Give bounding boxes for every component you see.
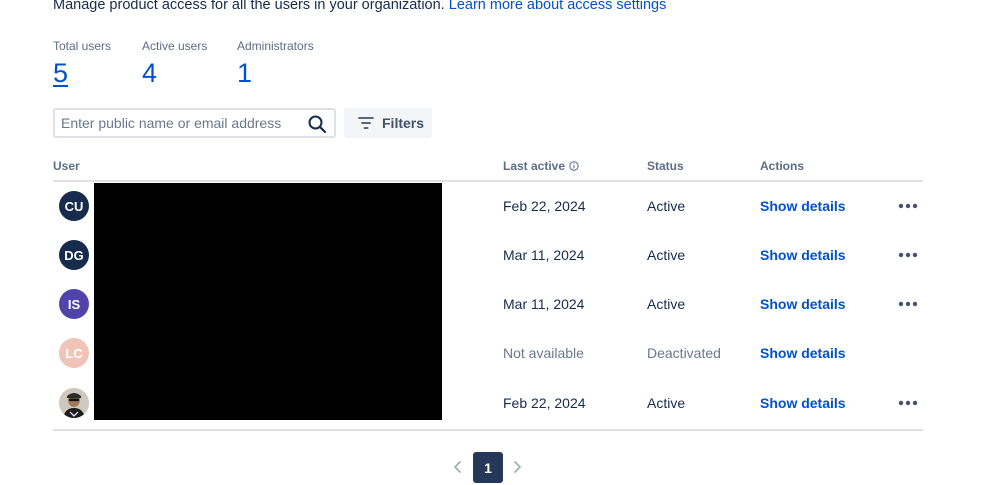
stat-active-users: Active users 4 (142, 39, 207, 87)
column-header-last-active: Last active (503, 159, 579, 173)
chevron-right-icon[interactable] (511, 459, 523, 475)
column-header-user: User (53, 159, 80, 173)
last-active-cell: Mar 11, 2024 (503, 296, 585, 312)
show-details-link[interactable]: Show details (760, 198, 846, 214)
column-header-status: Status (647, 159, 684, 173)
info-icon[interactable] (569, 161, 579, 171)
avatar: DG (59, 240, 89, 270)
search-box (53, 108, 336, 138)
administrators-value: 1 (237, 58, 253, 88)
status-cell: Active (647, 247, 686, 263)
status-cell: Deactivated (647, 345, 721, 361)
search-icon[interactable] (307, 114, 327, 134)
redacted-user-names (94, 183, 442, 420)
more-actions-icon[interactable] (898, 301, 918, 307)
status-cell: Active (647, 395, 686, 411)
filters-button[interactable]: Filters (344, 108, 432, 138)
chevron-left-icon[interactable] (452, 459, 464, 475)
stat-label: Active users (142, 39, 208, 53)
last-active-cell: Feb 22, 2024 (503, 198, 586, 214)
status-cell: Active (647, 198, 686, 214)
stat-label: Administrators (237, 39, 314, 53)
table-footer-divider (53, 429, 923, 431)
more-actions-icon[interactable] (898, 252, 918, 258)
access-settings-link[interactable]: Learn more about access settings (449, 0, 667, 13)
filters-label: Filters (382, 115, 425, 131)
column-header-label: Status (647, 159, 684, 173)
avatar: CU (59, 191, 89, 221)
stat-label: Total users (53, 39, 112, 53)
stat-total-users: Total users 5 (53, 39, 111, 87)
last-active-cell: Mar 11, 2024 (503, 247, 585, 263)
page-button-current[interactable]: 1 (473, 452, 503, 483)
column-header-label: User (53, 159, 80, 173)
total-users-link[interactable]: 5 (53, 59, 111, 87)
photo-avatar (59, 388, 89, 418)
show-details-link[interactable]: Show details (760, 345, 846, 361)
show-details-link[interactable]: Show details (760, 247, 846, 263)
more-actions-icon[interactable] (898, 203, 918, 209)
intro-text: Manage product access for all the users … (53, 0, 666, 13)
column-header-actions: Actions (760, 159, 804, 173)
user-access-page: Manage product access for all the users … (0, 0, 998, 485)
avatar: IS (59, 289, 89, 319)
stat-administrators: Administrators 1 (237, 39, 314, 87)
user-photo-icon (59, 388, 89, 418)
status-cell: Active (647, 296, 686, 312)
show-details-link[interactable]: Show details (760, 395, 846, 411)
active-users-value: 4 (142, 58, 158, 88)
last-active-cell: Not available (503, 345, 584, 361)
search-input[interactable] (61, 114, 296, 132)
column-header-label: Actions (760, 159, 805, 173)
show-details-link[interactable]: Show details (760, 296, 846, 312)
more-actions-icon[interactable] (898, 400, 918, 406)
avatar: LC (59, 338, 89, 368)
last-active-cell: Feb 22, 2024 (503, 395, 586, 411)
column-header-label: Last active (503, 159, 566, 173)
intro-description: Manage product access for all the users … (53, 0, 449, 13)
filter-icon (358, 117, 374, 129)
